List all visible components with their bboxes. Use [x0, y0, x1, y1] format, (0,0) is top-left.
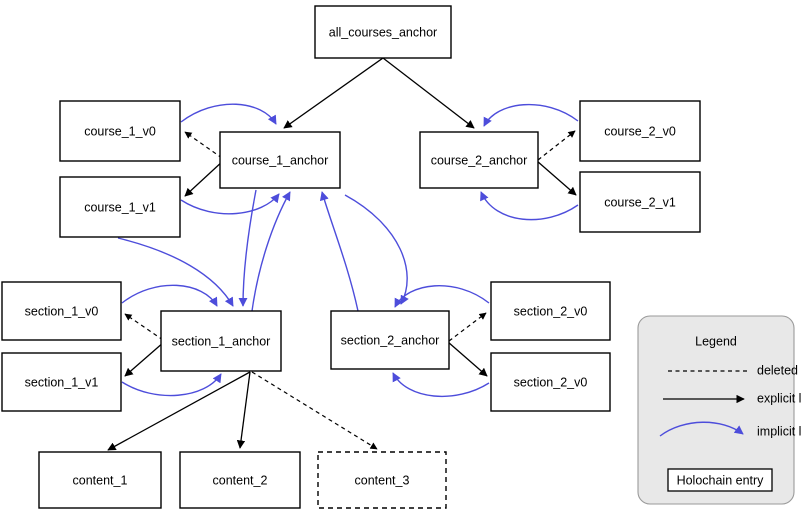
- node-course_1_anchor[interactable]: course_1_anchor: [219, 131, 341, 189]
- edge-section2anchor-to-v0a: [448, 312, 487, 342]
- node-section_2_v0_a[interactable]: section_2_v0: [490, 281, 611, 341]
- edge-course1anchor-to-section1anchor: [238, 189, 257, 307]
- edge-section2v0b-to-anchor: [392, 372, 490, 398]
- legend: Legend deleted explicit link implicit li…: [637, 315, 801, 505]
- edge-all-to-course1: [283, 57, 384, 129]
- edge-course1anchor-to-v0: [184, 131, 223, 159]
- node-label-all_courses_anchor: all_courses_anchor: [329, 25, 437, 39]
- node-section_2_anchor[interactable]: section_2_anchor: [330, 310, 450, 370]
- node-label-course_2_anchor: course_2_anchor: [431, 153, 528, 167]
- edge-course1v0-to-anchor: [180, 103, 277, 125]
- edge-section1v0-to-anchor: [121, 284, 218, 307]
- edge-course2v0-to-anchor: [483, 103, 579, 127]
- node-label-content_1: content_1: [73, 473, 128, 487]
- node-label-section_1_v0: section_1_v0: [25, 304, 99, 318]
- node-course_1_v0[interactable]: course_1_v0: [59, 100, 181, 162]
- edge-course1anchor-to-section2anchor: [344, 194, 409, 305]
- node-label-course_1_anchor: course_1_anchor: [232, 153, 329, 167]
- edge-course2anchor-to-v1: [536, 160, 577, 196]
- edge-course1anchor-to-v1: [184, 159, 225, 197]
- node-section_1_v1[interactable]: section_1_v1: [1, 352, 122, 412]
- node-content_1[interactable]: content_1: [38, 451, 162, 509]
- legend-title: Legend: [695, 334, 737, 348]
- legend-item-label-deleted: deleted: [757, 363, 798, 377]
- node-label-section_2_v0_a: section_2_v0: [514, 304, 588, 318]
- node-label-section_1_v1: section_1_v1: [25, 375, 99, 389]
- edge-course2anchor-to-v0: [537, 130, 576, 161]
- node-course_2_anchor[interactable]: course_2_anchor: [419, 131, 539, 189]
- node-course_2_v1[interactable]: course_2_v1: [579, 171, 701, 233]
- edge-course1v1-to-section1anchor: [117, 237, 234, 307]
- diagram-svg: all_courses_anchor course_1_v0 course_1_v1…: [1, 5, 801, 509]
- node-label-section_2_anchor: section_2_anchor: [341, 333, 440, 347]
- edge-section2v0a-to-anchor: [394, 285, 490, 308]
- node-section_1_v0[interactable]: section_1_v0: [1, 281, 122, 341]
- edge-all-to-course2: [382, 57, 475, 129]
- legend-item-label-explicit-link: explicit link: [757, 391, 801, 405]
- legend-item-label-implicit-link: implicit link: [757, 424, 801, 438]
- node-label-content_3: content_3: [355, 473, 410, 487]
- edge-section1anchor-to-v0: [124, 313, 164, 341]
- edge-section1v1-to-anchor: [121, 373, 222, 397]
- node-label-course_1_v1: course_1_v1: [84, 200, 156, 214]
- edge-section1anchor-to-content2: [236, 371, 251, 449]
- edge-section1anchor-to-course1anchor: [251, 191, 291, 312]
- edge-course2v1-to-anchor: [480, 191, 579, 221]
- node-section_1_anchor[interactable]: section_1_anchor: [160, 310, 282, 372]
- node-label-section_1_anchor: section_1_anchor: [172, 334, 271, 348]
- diagram-canvas: all_courses_anchor course_1_v0 course_1_v1…: [0, 0, 801, 511]
- node-course_2_v0[interactable]: course_2_v0: [579, 100, 701, 162]
- node-content_2[interactable]: content_2: [179, 451, 301, 509]
- edge-section1anchor-to-v1: [124, 341, 165, 377]
- node-all_courses_anchor[interactable]: all_courses_anchor: [314, 5, 452, 59]
- node-label-course_2_v0: course_2_v0: [604, 124, 676, 138]
- edge-course1v1-to-anchor: [180, 193, 280, 215]
- node-label-course_2_v1: course_2_v1: [604, 195, 676, 209]
- edge-section2anchor-to-v0b: [447, 341, 488, 377]
- edge-section1anchor-to-content3: [251, 371, 378, 450]
- node-label-section_2_v0_b: section_2_v0: [514, 375, 588, 389]
- node-label-course_1_v0: course_1_v0: [84, 124, 156, 138]
- edge-section2anchor-to-course1anchor: [319, 191, 359, 312]
- node-section_2_v0_b[interactable]: section_2_v0: [490, 352, 611, 412]
- edge-section1anchor-to-content1: [107, 371, 251, 451]
- node-course_1_v1[interactable]: course_1_v1: [59, 176, 181, 238]
- legend-holochain-entry-label: Holochain entry: [677, 473, 765, 487]
- node-content_3[interactable]: content_3: [317, 451, 447, 509]
- node-label-content_2: content_2: [213, 473, 268, 487]
